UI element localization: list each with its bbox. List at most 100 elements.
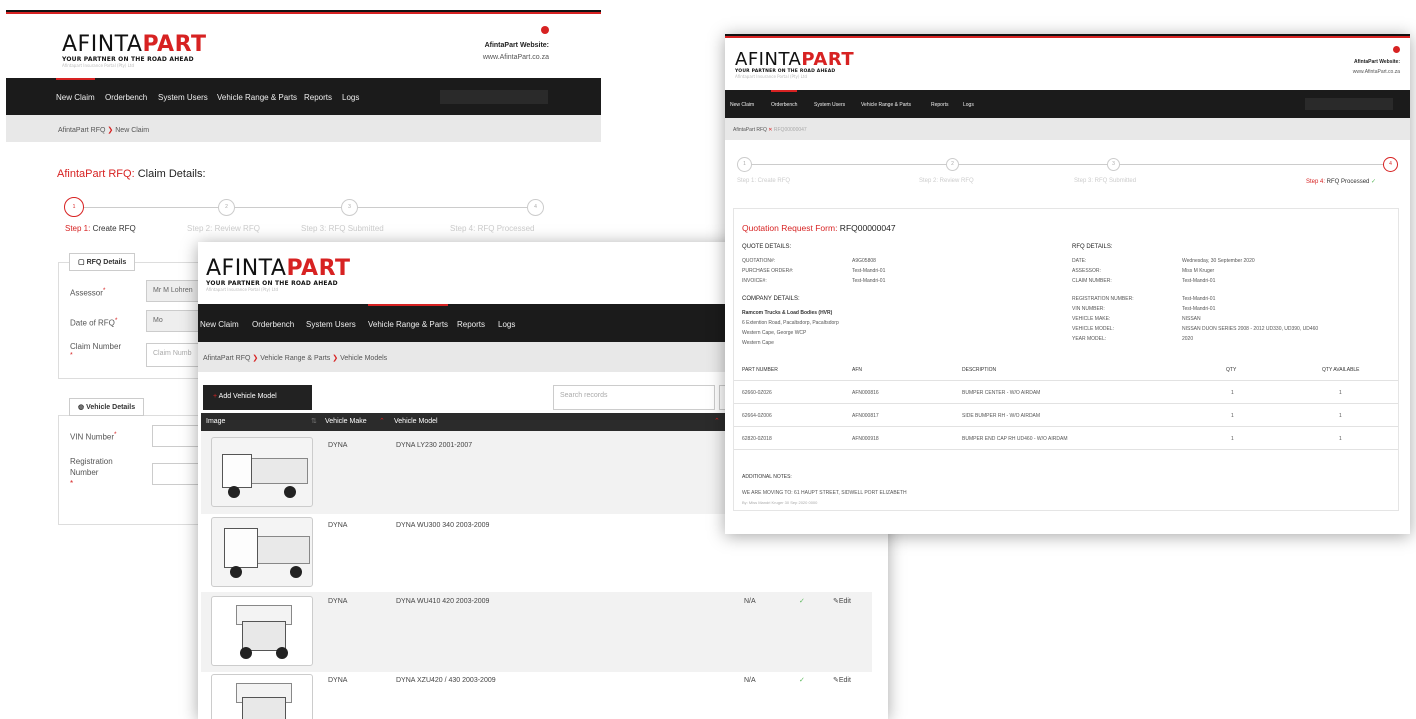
website-link[interactable]: www.AfintaPart.co.za bbox=[1353, 69, 1400, 75]
nav-vehicle-range[interactable]: Vehicle Range & Parts bbox=[368, 304, 449, 342]
col-vehicle-make[interactable]: Vehicle Make bbox=[325, 418, 367, 425]
car-icon: ◍ bbox=[78, 404, 85, 411]
invoice-value: Test-Mandri-01 bbox=[852, 278, 886, 284]
vehicle-model: DYNA WU410 420 2003-2009 bbox=[396, 598, 490, 605]
breadcrumb: AfintaPart RFQ ✕ RFQ00000047 bbox=[725, 118, 1410, 140]
breadcrumb-current: Vehicle Models bbox=[340, 355, 388, 362]
col-vehicle-model[interactable]: Vehicle Model bbox=[394, 418, 438, 425]
rfq-details-heading: RFQ DETAILS: bbox=[1072, 244, 1113, 250]
nav-orderbench[interactable]: Orderbench bbox=[105, 93, 147, 102]
breadcrumb-root[interactable]: AfintaPart RFQ bbox=[733, 127, 767, 133]
nav-search-input[interactable] bbox=[1305, 98, 1393, 110]
year-model-value: 2020 bbox=[1182, 336, 1194, 342]
vehicle-make: DYNA bbox=[328, 598, 348, 605]
top-bar bbox=[6, 10, 601, 14]
edit-button[interactable]: ✎Edit bbox=[833, 676, 851, 684]
breadcrumb-current: RFQ00000047 bbox=[773, 127, 807, 133]
nav-logs[interactable]: Logs bbox=[498, 320, 515, 329]
step-3-label: Step 3: RFQ Submitted bbox=[1074, 178, 1137, 184]
nav-reports[interactable]: Reports bbox=[931, 102, 949, 108]
nav-system-users[interactable]: System Users bbox=[306, 320, 356, 329]
facebook-icon[interactable] bbox=[541, 26, 549, 34]
nav-orderbench[interactable]: Orderbench bbox=[771, 90, 798, 118]
date-input[interactable]: Mo bbox=[146, 310, 206, 332]
vehicle-image bbox=[211, 596, 313, 666]
plus-icon: + bbox=[213, 393, 218, 400]
additional-notes-heading: ADDITIONAL NOTES: bbox=[742, 474, 792, 480]
website-label: AfintaPart Website: bbox=[1353, 59, 1400, 65]
vin-label: VIN NUMBER: bbox=[1072, 306, 1105, 312]
col-qty-available: QTY AVAILABLE bbox=[1322, 367, 1360, 373]
nav-reports[interactable]: Reports bbox=[457, 320, 485, 329]
vehicle-code: N/A bbox=[744, 598, 756, 605]
step-4-label: Step 4: RFQ Processed bbox=[450, 224, 535, 233]
part-afn: AFN000817 bbox=[852, 413, 879, 419]
step-1-circle: 1 bbox=[737, 157, 752, 172]
nav-logs[interactable]: Logs bbox=[963, 102, 974, 108]
sort-icon[interactable]: ⇅ bbox=[311, 417, 317, 425]
quotation-number-label: QUOTATION#: bbox=[742, 258, 776, 264]
nav-vehicle-range[interactable]: Vehicle Range & Parts bbox=[217, 93, 297, 102]
assessor-label: Assessor* bbox=[70, 287, 106, 298]
vehicle-make: DYNA bbox=[328, 522, 348, 529]
company-address-1: 6 Extention Road, Pacaltsdorp, Pacaltsdo… bbox=[742, 320, 839, 326]
calendar-icon: ▢ bbox=[78, 259, 85, 266]
part-number: 62660-0Z026 bbox=[742, 390, 772, 396]
nav-logs[interactable]: Logs bbox=[342, 93, 359, 102]
divider bbox=[734, 449, 1398, 450]
part-description: SIDE BUMPER RH - W/O AIRDAM bbox=[962, 413, 1041, 419]
nav-reports[interactable]: Reports bbox=[304, 93, 332, 102]
table-row[interactable]: DYNA DYNA WU410 420 2003-2009 N/A ✓ ✎Edi… bbox=[201, 592, 872, 672]
nav-system-users[interactable]: System Users bbox=[814, 102, 845, 108]
breadcrumb-mid[interactable]: Vehicle Range & Parts bbox=[260, 355, 330, 362]
part-qty-available: 1 bbox=[1339, 436, 1342, 442]
part-qty: 1 bbox=[1231, 436, 1234, 442]
edit-button[interactable]: ✎Edit bbox=[833, 597, 851, 605]
assessor-value: Miss M Kruger bbox=[1182, 268, 1215, 274]
nav-search-input[interactable] bbox=[440, 90, 548, 104]
assessor-input[interactable]: Mr M Lohren bbox=[146, 280, 206, 302]
top-bar bbox=[725, 34, 1410, 38]
part-afn: AFN000918 bbox=[852, 436, 879, 442]
vehicle-image bbox=[211, 674, 313, 719]
breadcrumb-root[interactable]: AfintaPart RFQ bbox=[203, 355, 250, 362]
table-row[interactable]: DYNA DYNA XZU420 / 430 2003-2009 N/A ✓ ✎… bbox=[201, 672, 872, 719]
sort-icon[interactable]: ⌃ bbox=[714, 417, 720, 425]
website-link[interactable]: www.AfintaPart.co.za bbox=[483, 54, 549, 61]
vehicle-model-value: NISSAN DUON SERIES 2008 - 2012 UD330, UD… bbox=[1182, 326, 1319, 332]
breadcrumb-chevron-icon: ❯ bbox=[252, 355, 259, 362]
breadcrumb-root[interactable]: AfintaPart RFQ bbox=[58, 127, 105, 134]
nav-system-users[interactable]: System Users bbox=[158, 93, 208, 102]
claim-number-input[interactable]: Claim Numb bbox=[146, 343, 206, 367]
step-2-label: Step 2: Review RFQ bbox=[919, 178, 974, 184]
vehicle-make-value: NISSAN bbox=[1182, 316, 1201, 322]
registration-value: Test-Mandri-01 bbox=[1182, 296, 1216, 302]
nav-new-claim[interactable]: New Claim bbox=[56, 78, 95, 115]
step-2-circle: 2 bbox=[946, 158, 959, 171]
quotation-panel bbox=[733, 208, 1399, 511]
nav-vehicle-range[interactable]: Vehicle Range & Parts bbox=[861, 102, 911, 108]
col-image[interactable]: Image bbox=[206, 418, 225, 425]
vin-value: Test-Mandri-01 bbox=[1182, 306, 1216, 312]
company-details-heading: COMPANY DETAILS: bbox=[742, 296, 800, 302]
nav-new-claim[interactable]: New Claim bbox=[200, 320, 239, 329]
step-4-circle: 4 bbox=[1383, 157, 1398, 172]
add-vehicle-model-button[interactable]: + Add Vehicle Model bbox=[203, 385, 312, 410]
vehicle-model: DYNA XZU420 / 430 2003-2009 bbox=[396, 677, 496, 684]
breadcrumb-chevron-icon: ❯ bbox=[107, 127, 114, 134]
vin-label: VIN Number* bbox=[70, 431, 117, 442]
col-description: DESCRIPTION bbox=[962, 367, 997, 373]
search-records-input[interactable]: Search records bbox=[553, 385, 715, 410]
breadcrumb-close-icon[interactable]: ✕ bbox=[768, 127, 772, 133]
facebook-icon[interactable] bbox=[1393, 46, 1400, 53]
claim-number-label: CLAIM NUMBER: bbox=[1072, 278, 1112, 284]
step-1-label: Step 1: Create RFQ bbox=[65, 224, 136, 233]
part-qty-available: 1 bbox=[1339, 413, 1342, 419]
nav-new-claim[interactable]: New Claim bbox=[730, 102, 754, 108]
main-nav: New Claim Orderbench System Users Vehicl… bbox=[725, 90, 1410, 118]
nav-orderbench[interactable]: Orderbench bbox=[252, 320, 294, 329]
step-4-circle: 4 bbox=[527, 199, 544, 216]
sort-asc-icon[interactable]: ⌃ bbox=[379, 417, 385, 425]
quotation-number-value: A9G05808 bbox=[852, 258, 876, 264]
divider bbox=[734, 403, 1398, 404]
